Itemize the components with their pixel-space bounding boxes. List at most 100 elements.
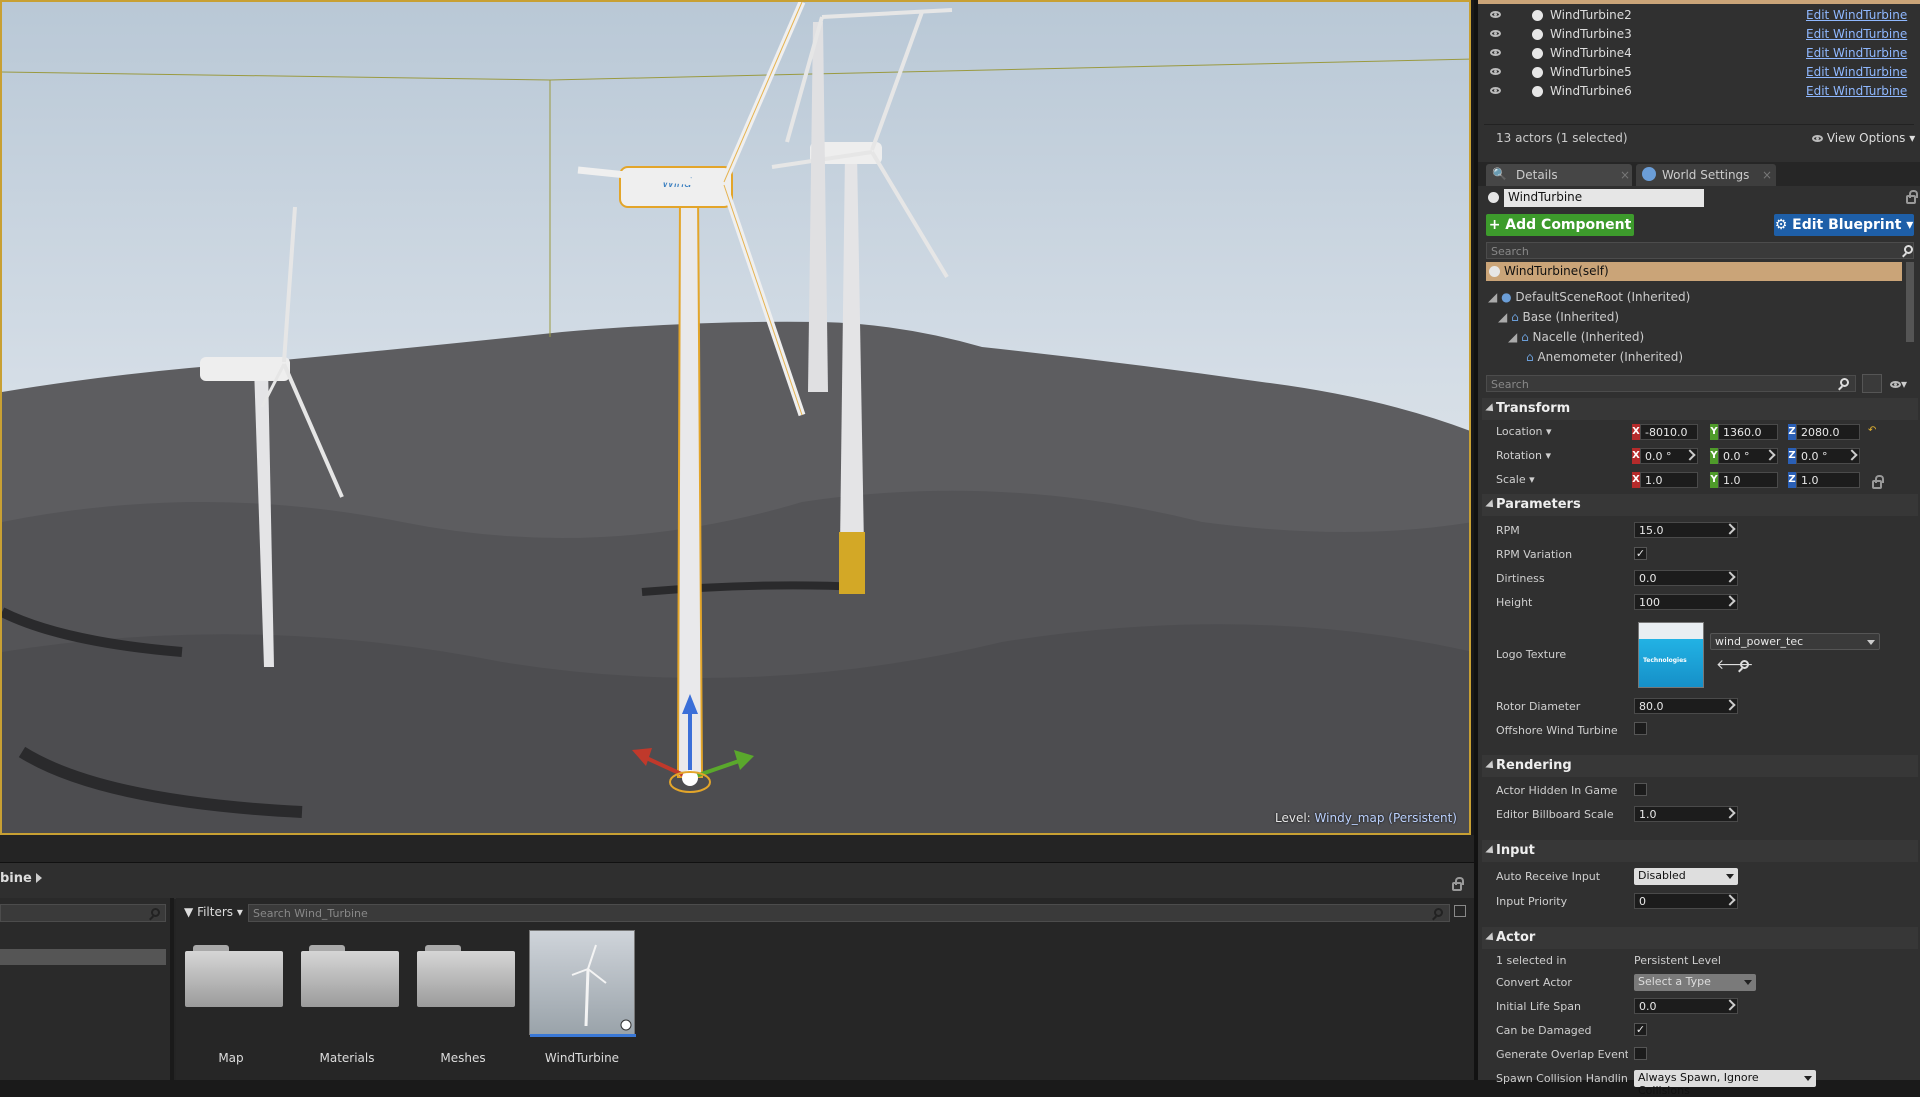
section-transform[interactable]: Transform bbox=[1482, 398, 1918, 420]
outliner-row[interactable]: WindTurbine2 Edit WindTurbine bbox=[1484, 6, 1914, 25]
scale-label[interactable]: Scale ▾ bbox=[1496, 473, 1535, 486]
location-y-field[interactable]: 1360.0 bbox=[1718, 424, 1778, 440]
filters-label: Filters bbox=[197, 905, 234, 919]
lock-icon[interactable] bbox=[1906, 190, 1918, 204]
blueprint-thumbnail[interactable] bbox=[529, 930, 636, 1037]
scale-x-field[interactable]: 1.0 bbox=[1640, 472, 1698, 488]
close-icon[interactable]: × bbox=[1620, 168, 1630, 182]
rotor-diameter-label: Rotor Diameter bbox=[1496, 700, 1581, 713]
section-actor[interactable]: Actor bbox=[1482, 927, 1918, 949]
convert-actor-value: Select a Type bbox=[1638, 975, 1711, 988]
level-name[interactable]: Windy_map (Persistent) bbox=[1315, 811, 1457, 825]
breadcrumb-arrow-icon[interactable] bbox=[36, 873, 42, 883]
section-input[interactable]: Input bbox=[1482, 840, 1918, 862]
offshore-checkbox[interactable] bbox=[1634, 722, 1647, 735]
expand-arrow-icon[interactable]: ◢ bbox=[1498, 310, 1507, 324]
rotation-x-field[interactable]: 0.0 ° bbox=[1640, 448, 1698, 464]
folder-materials[interactable] bbox=[301, 945, 399, 1007]
search-icon[interactable] bbox=[1904, 245, 1913, 254]
property-search-input[interactable]: Search bbox=[1486, 375, 1856, 392]
outliner-row[interactable]: WindTurbine4 Edit WindTurbine bbox=[1484, 44, 1914, 63]
search-icon[interactable] bbox=[1434, 908, 1443, 917]
actor-name-field[interactable]: WindTurbine bbox=[1504, 189, 1704, 207]
view-options-button[interactable]: View Options ▾ bbox=[1812, 131, 1915, 145]
visibility-eye-icon[interactable] bbox=[1490, 68, 1501, 75]
edit-blueprint-link[interactable]: Edit WindTurbine bbox=[1806, 65, 1907, 79]
hidden-in-game-checkbox[interactable] bbox=[1634, 783, 1647, 796]
spawn-collision-dropdown[interactable]: Always Spawn, Ignore Collisions bbox=[1634, 1070, 1816, 1097]
level-viewport[interactable]: Wind Level: Windy_map (Persistent) bbox=[0, 0, 1471, 835]
close-icon[interactable]: × bbox=[1762, 168, 1772, 182]
scale-z-field[interactable]: 1.0 bbox=[1796, 472, 1860, 488]
reset-to-default-icon[interactable]: ↶ bbox=[1868, 425, 1876, 436]
component-row[interactable]: ⌂ Anemometer (Inherited) bbox=[1526, 350, 1683, 364]
dirtiness-field[interactable]: 0.0 bbox=[1634, 570, 1738, 586]
outliner-row[interactable]: WindTurbine6 Edit WindTurbine bbox=[1484, 82, 1914, 101]
convert-actor-dropdown[interactable]: Select a Type bbox=[1634, 974, 1756, 991]
spawn-collision-value: Always Spawn, Ignore Collisions bbox=[1638, 1071, 1759, 1097]
component-search-input[interactable]: Search bbox=[1486, 242, 1914, 259]
logo-texture-thumbnail[interactable]: Technologies bbox=[1638, 622, 1704, 688]
visibility-filter-button[interactable]: ▾ bbox=[1890, 377, 1907, 391]
height-field[interactable]: 100 bbox=[1634, 594, 1738, 610]
rpm-variation-checkbox[interactable]: ✓ bbox=[1634, 547, 1647, 560]
lock-icon[interactable] bbox=[1452, 877, 1464, 891]
outliner-row[interactable]: WindTurbine5 Edit WindTurbine bbox=[1484, 63, 1914, 82]
folder-meshes[interactable] bbox=[417, 945, 515, 1007]
rpm-field[interactable]: 15.0 bbox=[1634, 522, 1738, 538]
expand-arrow-icon[interactable]: ◢ bbox=[1488, 290, 1497, 304]
expand-arrow-icon[interactable]: ◢ bbox=[1508, 330, 1517, 344]
rotor-diameter-field[interactable]: 80.0 bbox=[1634, 698, 1738, 714]
component-row[interactable]: ◢ ⌂ Base (Inherited) bbox=[1498, 310, 1619, 324]
rotation-y-field[interactable]: 0.0 ° bbox=[1718, 448, 1778, 464]
visibility-eye-icon[interactable] bbox=[1490, 11, 1501, 18]
component-tree-scrollbar[interactable] bbox=[1906, 262, 1914, 342]
actor-icon bbox=[1532, 29, 1543, 40]
chevron-down-icon bbox=[1744, 980, 1752, 985]
logo-texture-dropdown[interactable]: wind_power_tec bbox=[1710, 633, 1880, 650]
input-priority-field[interactable]: 0 bbox=[1634, 893, 1738, 909]
auto-receive-input-dropdown[interactable]: Disabled bbox=[1634, 868, 1738, 885]
search-icon[interactable] bbox=[151, 908, 160, 917]
billboard-scale-field[interactable]: 1.0 bbox=[1634, 806, 1738, 822]
can-be-damaged-checkbox[interactable]: ✓ bbox=[1634, 1023, 1647, 1036]
location-z-field[interactable]: 2080.0 bbox=[1796, 424, 1860, 440]
location-label[interactable]: Location ▾ bbox=[1496, 425, 1552, 438]
scale-y-field[interactable]: 1.0 bbox=[1718, 472, 1778, 488]
tab-details[interactable]: 🔍 Details × bbox=[1486, 164, 1632, 186]
component-row-self[interactable]: WindTurbine(self) bbox=[1486, 262, 1902, 281]
location-x-field[interactable]: -8010.0 bbox=[1640, 424, 1698, 440]
scale-lock-icon[interactable] bbox=[1872, 475, 1884, 489]
save-search-icon[interactable] bbox=[1454, 905, 1466, 917]
rotation-z-field[interactable]: 0.0 ° bbox=[1796, 448, 1860, 464]
add-component-button[interactable]: + Add Component ▾ bbox=[1486, 214, 1634, 255]
search-icon[interactable] bbox=[1840, 378, 1849, 387]
asset-search-input[interactable]: Search Wind_Turbine bbox=[248, 904, 1450, 922]
visibility-eye-icon[interactable] bbox=[1490, 87, 1501, 94]
breadcrumb[interactable]: bine bbox=[0, 871, 32, 886]
tab-world-settings[interactable]: World Settings × bbox=[1636, 164, 1776, 186]
eye-icon bbox=[1890, 381, 1901, 388]
folder-map[interactable] bbox=[185, 945, 283, 1007]
life-span-field[interactable]: 0.0 bbox=[1634, 998, 1738, 1014]
folder-tree-selected-row[interactable] bbox=[0, 949, 166, 965]
edit-blueprint-link[interactable]: Edit WindTurbine bbox=[1806, 46, 1907, 60]
edit-blueprint-link[interactable]: Edit WindTurbine bbox=[1806, 27, 1907, 41]
section-parameters[interactable]: Parameters bbox=[1482, 494, 1918, 516]
edit-blueprint-button[interactable]: ⚙ Edit Blueprint ▾ bbox=[1774, 214, 1914, 236]
visibility-eye-icon[interactable] bbox=[1490, 30, 1501, 37]
section-rendering[interactable]: Rendering bbox=[1482, 755, 1918, 777]
component-row[interactable]: ◢ ⌂ Nacelle (Inherited) bbox=[1508, 330, 1644, 344]
outliner-row[interactable]: WindTurbine3 Edit WindTurbine bbox=[1484, 25, 1914, 44]
rotation-label[interactable]: Rotation ▾ bbox=[1496, 449, 1551, 462]
folder-search-input[interactable] bbox=[0, 904, 166, 922]
edit-blueprint-link[interactable]: Edit WindTurbine bbox=[1806, 84, 1907, 98]
property-matrix-icon[interactable] bbox=[1862, 374, 1882, 393]
edit-blueprint-link[interactable]: Edit WindTurbine bbox=[1806, 8, 1907, 22]
overlap-events-checkbox[interactable] bbox=[1634, 1047, 1647, 1060]
right-panel: WindTurbine2 Edit WindTurbine WindTurbin… bbox=[1474, 0, 1920, 1097]
browse-search-icon[interactable] bbox=[1740, 660, 1749, 669]
filters-button[interactable]: ▼ Filters ▾ bbox=[184, 905, 243, 919]
component-row[interactable]: ◢ ● DefaultSceneRoot (Inherited) bbox=[1488, 290, 1690, 304]
visibility-eye-icon[interactable] bbox=[1490, 49, 1501, 56]
